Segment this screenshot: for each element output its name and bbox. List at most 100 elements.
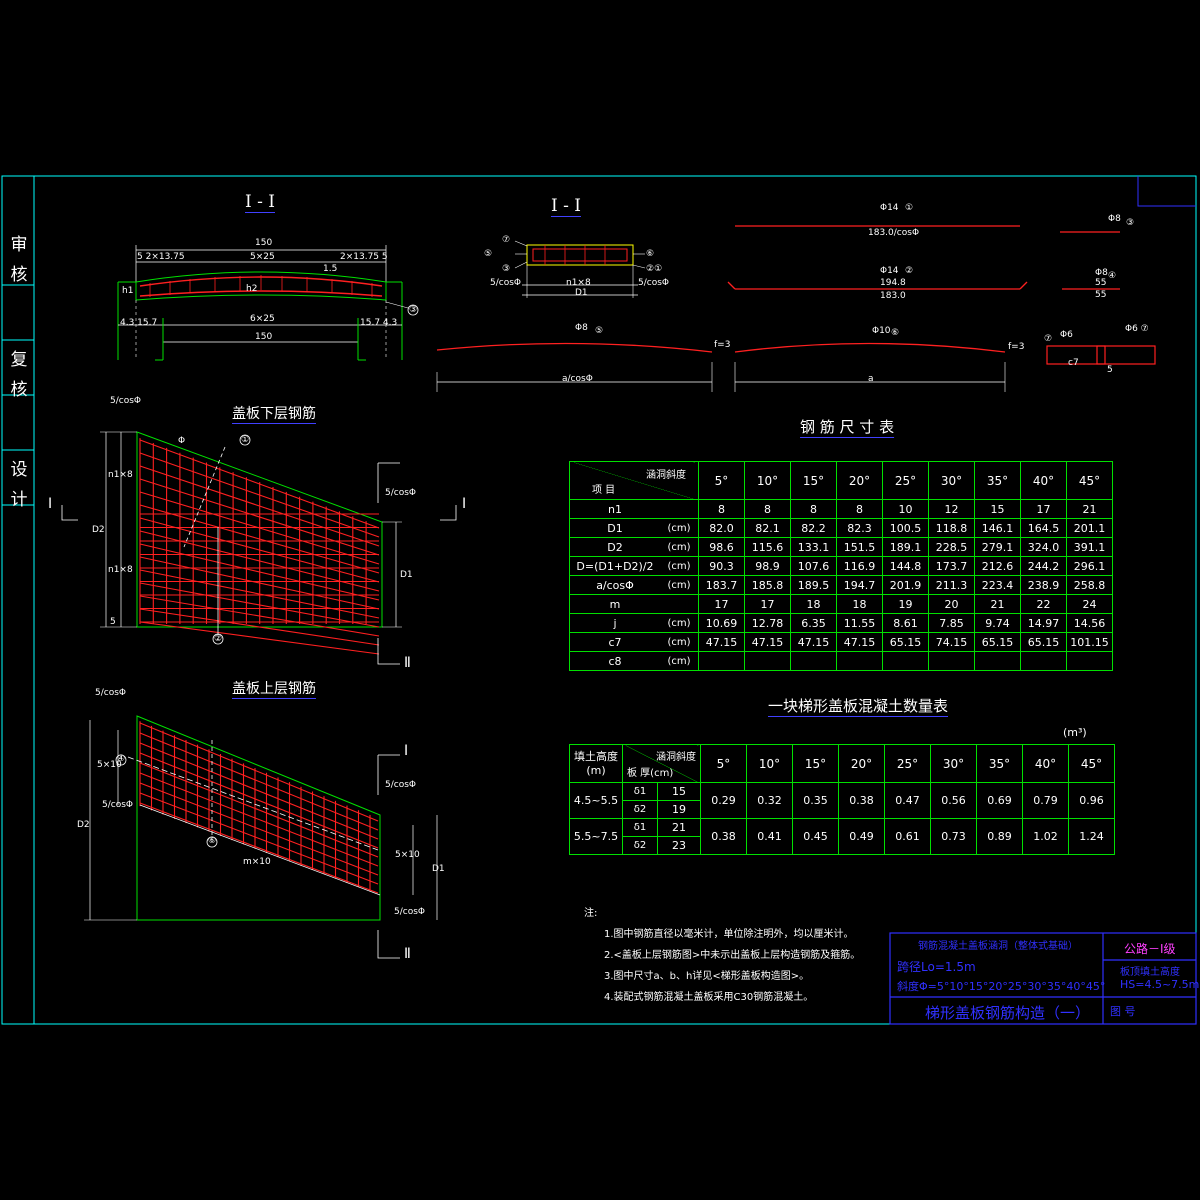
- tb-grade: 公路－Ⅰ级: [1124, 942, 1176, 956]
- table-cell: 22: [1020, 594, 1067, 614]
- table-row: D2 (cm) 98.6 115.6 133.1 151.5 189.1 228.5 279.1…: [569, 537, 1113, 557]
- concrete-quantity-table: 填土高度 (m) 涵洞斜度板 厚(cm) 5° 10° 15° 20° 25° 30° 35° 40…: [569, 744, 1115, 855]
- table-cell: 0.32: [746, 782, 793, 819]
- rebar-line: [139, 762, 379, 858]
- angle-header: 20°: [836, 461, 883, 500]
- table-cell: 201.9: [882, 575, 929, 595]
- table-cell: [1020, 651, 1067, 671]
- thickness-key: δ1: [622, 818, 658, 837]
- lower-dim-bottom: 5: [110, 617, 116, 627]
- table-row: c8 (cm): [569, 651, 1113, 671]
- stamp-review: 审核: [10, 235, 28, 285]
- table-cell: 189.1: [882, 537, 929, 557]
- table-row: m 17 17 18 18 19 20 21 22 24: [569, 594, 1113, 614]
- table-cell: 183.7: [698, 575, 745, 595]
- bar5-length: a/cosΦ: [562, 374, 593, 384]
- cross-section-title: I - I: [551, 196, 581, 216]
- dim-overall-top: 150: [255, 238, 273, 248]
- table-cell: 391.1: [1066, 537, 1113, 557]
- table-cell: 6.35: [790, 613, 837, 633]
- row-unit: [660, 499, 699, 519]
- table-cell: 82.1: [744, 518, 791, 538]
- angle-header: 10°: [744, 461, 791, 500]
- dim-h2: h2: [246, 284, 258, 294]
- stamp-design: 设计: [10, 460, 28, 510]
- table-cell: 324.0: [1020, 537, 1067, 557]
- bar1-length: 183.0/cosΦ: [868, 228, 920, 238]
- row-unit: (cm): [660, 518, 699, 538]
- angle-header: 10°: [746, 744, 793, 783]
- lower-section-mark-right: I: [462, 496, 467, 512]
- table-cell: [698, 651, 745, 671]
- lower-dim-right-top: 5/cosΦ: [385, 488, 416, 498]
- bar5-height: f=3: [714, 340, 731, 350]
- table-cell: 0.56: [930, 782, 977, 819]
- table-cell: 0.49: [838, 818, 885, 855]
- lower-plan-title: 盖板下层钢筋: [232, 406, 316, 422]
- table-cell: 0.69: [976, 782, 1023, 819]
- angle-header: 35°: [974, 461, 1021, 500]
- bar7-extra: Φ6 ⑦: [1125, 324, 1149, 334]
- upper-dim-left: 5×10: [97, 760, 122, 770]
- table-cell: 1.24: [1068, 818, 1115, 855]
- bar4-length: 55: [1095, 278, 1107, 288]
- table-cell: 21: [1066, 499, 1113, 519]
- table-cell: 279.1: [974, 537, 1021, 557]
- table-cell: 65.15: [974, 632, 1021, 652]
- row-unit: (cm): [660, 632, 699, 652]
- angle-header: 25°: [882, 461, 929, 500]
- table-cell: 0.73: [930, 818, 977, 855]
- note-item: 3.图中尺寸a、b、h详见<梯形盖板构造图>。: [604, 971, 810, 982]
- row-unit: (cm): [660, 537, 699, 557]
- lower-dim-side: D2: [92, 525, 105, 535]
- table-cell: 15: [974, 499, 1021, 519]
- lower-dim-top: 5/cosΦ: [110, 396, 141, 406]
- table-cell: 17: [744, 594, 791, 614]
- thickness-key: δ2: [622, 836, 658, 855]
- lower-callout-1: ①: [241, 435, 250, 445]
- table-cell: 116.9: [836, 556, 883, 576]
- table-cell: 0.29: [700, 782, 747, 819]
- angle-header: 40°: [1022, 744, 1069, 783]
- table-cell: 12: [928, 499, 975, 519]
- row-name: a/cosΦ: [569, 575, 660, 595]
- table-cell: 115.6: [744, 537, 791, 557]
- angle-header: 25°: [884, 744, 931, 783]
- row-name: n1: [569, 499, 660, 519]
- upper-dim-right: D1: [432, 864, 445, 874]
- upper-dim-side: D2: [77, 820, 90, 830]
- upper-dim-slope-right: 5/cosΦ: [394, 907, 425, 917]
- bar1-callout: ①: [905, 203, 914, 213]
- angle-header: 5°: [700, 744, 747, 783]
- cs-callout-right-2: ②①: [646, 264, 663, 274]
- concrete-table-title: 一块梯形盖板混凝土数量表: [768, 697, 949, 715]
- table-cell: 201.1: [1066, 518, 1113, 538]
- rebar-line: [139, 732, 379, 831]
- bar4-length2: 55: [1095, 290, 1107, 300]
- table-cell: 11.55: [836, 613, 883, 633]
- table-row: n1 8 8 8 8 10 12 15 17 21: [569, 499, 1113, 519]
- table-cell: 146.1: [974, 518, 1021, 538]
- note-item: 4.装配式钢筋混凝土盖板采用C30钢筋混凝土。: [604, 992, 814, 1003]
- bar7-hook: 5: [1107, 365, 1113, 375]
- table-row: D1 (cm) 82.0 82.1 82.2 82.3 100.5 118.8 146.1 164…: [569, 518, 1113, 538]
- cs-dim-right: 5/cosΦ: [638, 278, 669, 288]
- table-cell: 244.2: [1020, 556, 1067, 576]
- table-cell: 0.89: [976, 818, 1023, 855]
- row-name: m: [569, 594, 660, 614]
- angle-header: 40°: [1020, 461, 1067, 500]
- tb-project: 钢筋混凝土盖板涵洞（整体式基础）: [918, 941, 1078, 952]
- rebar-line: [139, 752, 379, 849]
- table-cell: 164.5: [1020, 518, 1067, 538]
- table-cell: [1066, 651, 1113, 671]
- rebar-line: [139, 772, 379, 867]
- table-cell: 238.9: [1020, 575, 1067, 595]
- fill-range: 4.5~5.5: [569, 782, 623, 819]
- lower-section-mark-bottom: Ⅱ: [404, 655, 411, 671]
- table-cell: 133.1: [790, 537, 837, 557]
- table-cell: 173.7: [928, 556, 975, 576]
- cs-dim-mid: n1×8: [566, 278, 591, 288]
- table-cell: [882, 651, 929, 671]
- table-cell: 107.6: [790, 556, 837, 576]
- table-cell: 8: [836, 499, 883, 519]
